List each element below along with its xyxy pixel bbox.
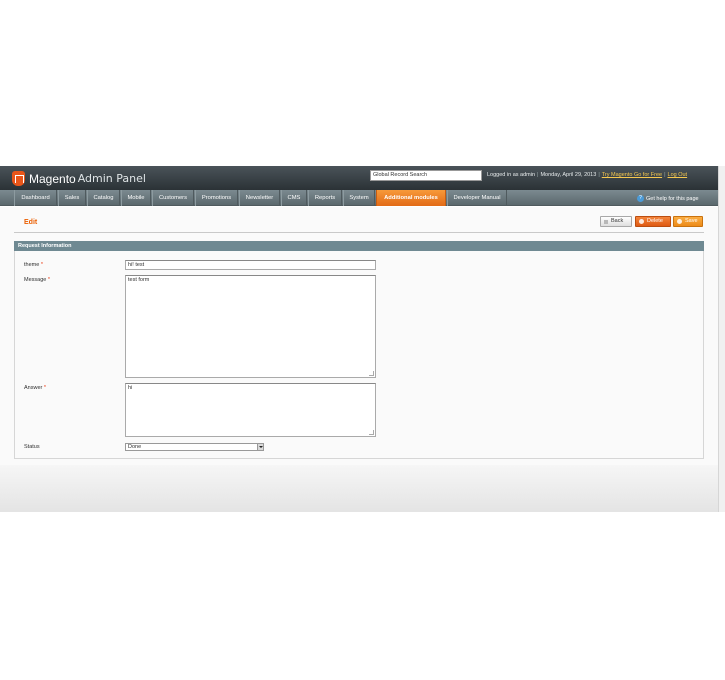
main-nav: Dashboard Sales Catalog Mobile Customers… <box>0 190 718 206</box>
try-magento-go-link[interactable]: Try Magento Go for Free <box>602 172 662 178</box>
delete-button-label: Delete <box>647 218 663 224</box>
nav-item-system[interactable]: System <box>343 190 375 206</box>
message-label: Message * <box>24 277 50 283</box>
message-label-text: Message <box>24 277 47 283</box>
status-select-value: Done <box>128 444 142 450</box>
logged-in-text: Logged in as admin <box>487 172 536 178</box>
back-arrow-icon <box>604 219 608 224</box>
nav-item-customers[interactable]: Customers <box>152 190 194 206</box>
save-button[interactable]: Save <box>673 216 703 227</box>
nav-item-dashboard[interactable]: Dashboard <box>14 190 57 206</box>
answer-textarea[interactable]: hi <box>125 383 376 437</box>
header-user-links: Logged in as admin | Monday, April 29, 201… <box>487 172 688 178</box>
nav-item-promotions[interactable]: Promotions <box>195 190 238 206</box>
theme-label: theme * <box>24 262 43 268</box>
nav-item-reports[interactable]: Reports <box>308 190 342 206</box>
required-mark: * <box>43 385 47 391</box>
admin-header: Magento Admin Panel <box>0 166 718 190</box>
save-check-icon <box>677 219 682 224</box>
theme-label-text: theme <box>24 262 40 268</box>
resize-grip-icon[interactable] <box>369 371 374 376</box>
back-button-label: Back <box>611 218 624 224</box>
title-divider <box>14 232 704 233</box>
footer-band <box>0 465 718 512</box>
global-search-input[interactable]: Global Record Search <box>370 170 482 181</box>
nav-item-sales[interactable]: Sales <box>58 190 86 206</box>
delete-icon <box>639 219 644 224</box>
status-label: Status <box>24 444 40 450</box>
nav-item-additional-modules[interactable]: Additional modules <box>376 190 446 206</box>
magento-logo[interactable]: Magento Admin Panel <box>12 170 146 187</box>
section-header: Request Information <box>14 241 704 251</box>
message-textarea[interactable]: test form <box>125 275 376 378</box>
window-scrollbar[interactable] <box>718 166 725 512</box>
status-select[interactable]: Done <box>125 443 264 451</box>
answer-label: Answer * <box>24 385 46 391</box>
answer-label-text: Answer <box>24 385 43 391</box>
answer-value: hi <box>128 385 133 391</box>
save-button-label: Save <box>685 218 698 224</box>
help-icon: ? <box>637 195 644 202</box>
brand-name: Magento <box>29 171 76 186</box>
help-link-label: Get help for this page <box>646 195 699 202</box>
back-button[interactable]: Back <box>600 216 632 227</box>
theme-field[interactable]: hi! test <box>125 260 376 270</box>
nav-item-newsletter[interactable]: Newsletter <box>239 190 280 206</box>
resize-grip-icon[interactable] <box>369 430 374 435</box>
required-mark: * <box>40 262 43 268</box>
logout-link[interactable]: Log Out <box>668 172 688 178</box>
chevron-down-icon <box>257 444 263 450</box>
page-title: Edit <box>24 219 38 226</box>
nav-item-developer-manual[interactable]: Developer Manual <box>447 190 507 206</box>
nav-item-mobile[interactable]: Mobile <box>121 190 151 206</box>
help-link[interactable]: ? Get help for this page <box>637 195 699 202</box>
date-text: Monday, April 29, 2013 <box>540 172 597 178</box>
brand-subtitle: Admin Panel <box>77 172 146 185</box>
magento-logo-icon <box>12 171 25 186</box>
delete-button[interactable]: Delete <box>635 216 671 227</box>
required-mark: * <box>47 277 50 283</box>
nav-item-catalog[interactable]: Catalog <box>87 190 120 206</box>
nav-item-cms[interactable]: CMS <box>281 190 307 206</box>
message-value: test form <box>128 277 150 283</box>
